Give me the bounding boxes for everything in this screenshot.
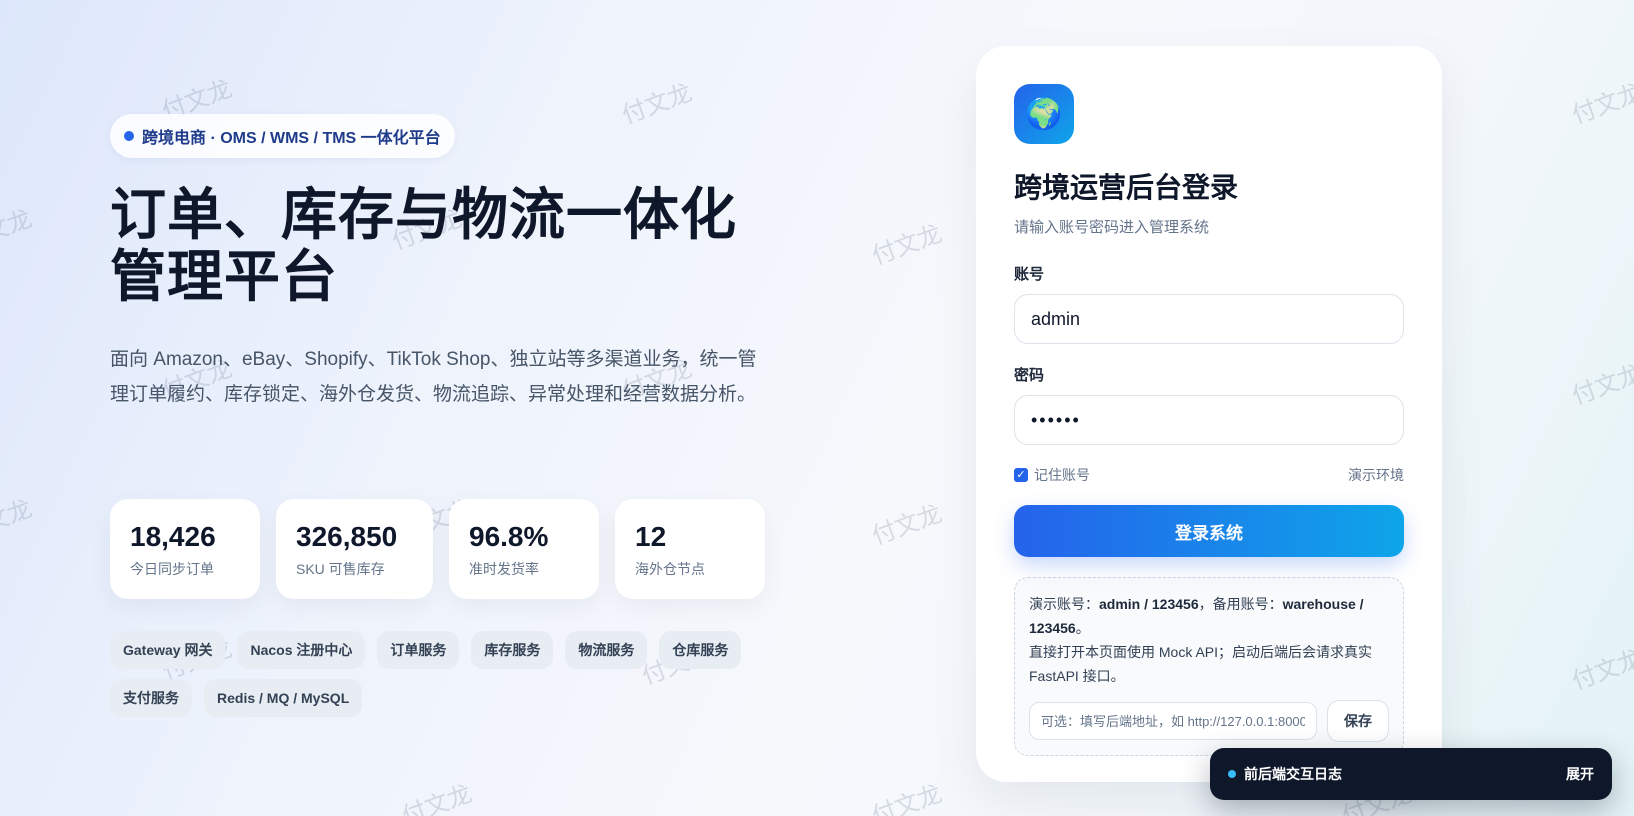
service-chip: Redis / MQ / MySQL <box>204 679 363 717</box>
account-label: 账号 <box>1014 266 1045 283</box>
checkbox-checked-icon[interactable]: ✓ <box>1014 468 1028 482</box>
watermark: 付文龙 <box>868 499 946 551</box>
log-title: 前后端交互日志 <box>1244 766 1342 782</box>
service-chip: 订单服务 <box>377 631 460 669</box>
platform-tag: 跨境电商 · OMS / WMS / TMS 一体化平台 <box>110 114 455 158</box>
remember-label: 记住账号 <box>1034 467 1090 483</box>
backup-prefix: ，备用账号： <box>1198 596 1283 612</box>
password-label: 密码 <box>1014 367 1045 384</box>
demo-account: admin / 123456 <box>1099 596 1199 612</box>
service-chip: Nacos 注册中心 <box>237 631 366 669</box>
stat-card: 326,850 SKU 可售库存 <box>276 499 433 599</box>
status-dot-icon <box>1228 770 1236 778</box>
env-label: 演示环境 <box>1348 467 1404 483</box>
service-chip: 支付服务 <box>110 679 192 717</box>
stat-label: 今日同步订单 <box>130 561 214 577</box>
demo-account-text: 演示账号：admin / 123456，备用账号：warehouse / 123… <box>1029 592 1389 640</box>
stat-value: 96.8% <box>469 521 549 552</box>
expand-toggle[interactable]: 展开 <box>1566 764 1594 784</box>
tag-dot-icon <box>124 131 134 141</box>
api-url-input[interactable] <box>1029 702 1317 740</box>
stat-label: 准时发货率 <box>469 561 539 577</box>
account-input[interactable] <box>1014 294 1404 344</box>
service-chip: 仓库服务 <box>659 631 742 669</box>
watermark: 付文龙 <box>868 779 946 816</box>
login-options-row: ✓ 记住账号 演示环境 <box>1014 465 1404 485</box>
demo-suffix: 。 <box>1075 620 1090 636</box>
password-input[interactable] <box>1014 395 1404 445</box>
demo-prefix: 演示账号： <box>1029 596 1099 612</box>
stat-card: 12 海外仓节点 <box>615 499 765 599</box>
login-button[interactable]: 登录系统 <box>1014 505 1404 557</box>
api-info-text: 直接打开本页面使用 Mock API；启动后端后会请求真实 FastAPI 接口… <box>1029 644 1373 684</box>
watermark: 付文龙 <box>1568 78 1634 130</box>
service-chip: 库存服务 <box>471 631 554 669</box>
demo-hint-box: 演示账号：admin / 123456，备用账号：warehouse / 123… <box>1014 577 1404 756</box>
watermark: 付文龙 <box>0 204 36 256</box>
interaction-log-bar[interactable]: 前后端交互日志 展开 <box>1210 748 1612 800</box>
hero-description: 面向 Amazon、eBay、Shopify、TikTok Shop、独立站等多… <box>110 349 757 405</box>
hero-title: 订单、库存与物流一体化管理平台 <box>110 183 737 308</box>
watermark: 付文龙 <box>0 494 36 546</box>
stat-card: 18,426 今日同步订单 <box>110 499 260 599</box>
stats-row: 18,426 今日同步订单 326,850 SKU 可售库存 96.8% 准时发… <box>110 499 765 599</box>
login-card: 🌍 跨境运营后台登录 请输入账号密码进入管理系统 账号 密码 ✓ 记住账号 演示… <box>976 46 1442 782</box>
service-chip: 物流服务 <box>565 631 648 669</box>
service-chip: Gateway 网关 <box>110 631 226 669</box>
api-config-row: 保存 <box>1029 700 1389 742</box>
hero-section: 跨境电商 · OMS / WMS / TMS 一体化平台 订单、库存与物流一体化… <box>110 114 770 412</box>
stat-card: 96.8% 准时发货率 <box>449 499 599 599</box>
stat-value: 12 <box>635 521 667 552</box>
stat-label: SKU 可售库存 <box>296 561 385 577</box>
remember-checkbox[interactable]: ✓ 记住账号 <box>1014 465 1090 485</box>
watermark: 付文龙 <box>868 219 946 271</box>
stat-value: 326,850 <box>296 521 398 552</box>
watermark: 付文龙 <box>1568 644 1634 696</box>
login-title: 跨境运营后台登录 <box>1014 172 1239 203</box>
login-subtitle: 请输入账号密码进入管理系统 <box>1014 219 1210 236</box>
stat-value: 18,426 <box>130 521 216 552</box>
log-title-group: 前后端交互日志 <box>1228 764 1342 784</box>
stat-label: 海外仓节点 <box>635 561 705 577</box>
save-button[interactable]: 保存 <box>1327 700 1389 742</box>
logo-glyph: 🌍 <box>1025 97 1063 131</box>
globe-icon: 🌍 <box>1014 84 1074 144</box>
platform-tag-label: 跨境电商 · OMS / WMS / TMS 一体化平台 <box>142 130 441 147</box>
watermark: 付文龙 <box>1568 359 1634 411</box>
service-chips: Gateway 网关 Nacos 注册中心 订单服务 库存服务 物流服务 仓库服… <box>110 631 760 717</box>
watermark: 付文龙 <box>398 779 476 816</box>
